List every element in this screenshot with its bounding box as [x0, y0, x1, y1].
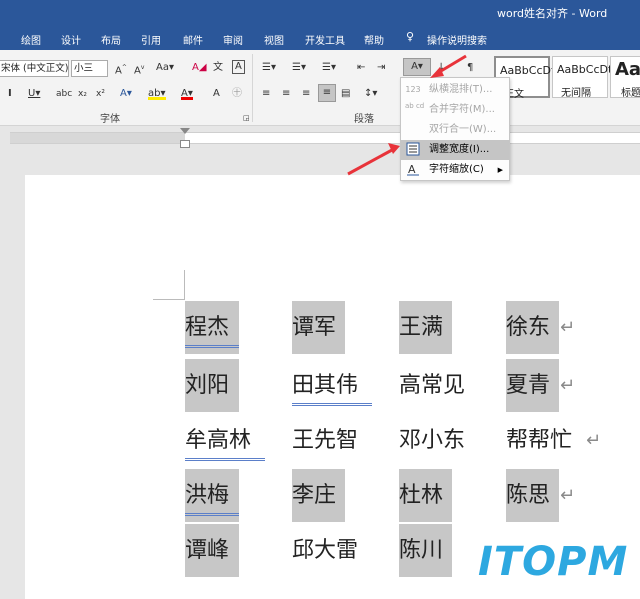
- tab-layout[interactable]: 布局: [101, 32, 121, 47]
- ruler-strip[interactable]: [10, 132, 640, 144]
- change-case-icon[interactable]: Aa▾: [156, 60, 174, 76]
- highlight-icon[interactable]: ab▾: [148, 86, 166, 100]
- spellcheck-underline: [185, 345, 239, 348]
- strikethrough-icon[interactable]: abc: [56, 86, 72, 102]
- bullets-icon[interactable]: ☰▾: [262, 60, 276, 76]
- tab-draw[interactable]: 绘图: [21, 32, 41, 47]
- underline-icon[interactable]: U▾: [28, 86, 40, 102]
- tell-me-search[interactable]: 操作说明搜索: [427, 32, 487, 47]
- align-left-icon[interactable]: ≡: [262, 86, 270, 102]
- grow-font-icon[interactable]: A^: [115, 60, 127, 76]
- annotation-arrows: [347, 54, 467, 176]
- tab-developer[interactable]: 开发工具: [305, 32, 345, 47]
- subscript-icon[interactable]: x₂: [78, 86, 87, 102]
- ribbon: 宋体 (中文正文) 小三 A^ Av Aa▾ A◢ 文 A I U▾ abc x…: [0, 50, 640, 126]
- ruler-margin: [10, 133, 185, 143]
- align-center-icon[interactable]: ≡: [282, 86, 290, 102]
- left-indent-marker[interactable]: [180, 140, 190, 148]
- spellcheck-underline: [292, 403, 372, 406]
- watermark-logo: ITOPM: [470, 537, 634, 595]
- font-name-select[interactable]: 宋体 (中文正文): [0, 60, 69, 77]
- bold-icon[interactable]: I: [8, 86, 12, 102]
- align-right-icon[interactable]: ≡: [302, 86, 310, 102]
- tab-references[interactable]: 引用: [141, 32, 161, 47]
- annotation-arrowhead-top: [430, 67, 444, 78]
- name-cell[interactable]: 帮帮忙: [506, 414, 572, 467]
- name-cell[interactable]: 邓小东: [399, 414, 465, 467]
- char-shading-icon[interactable]: A: [213, 86, 220, 102]
- lightbulb-icon: ♀: [406, 30, 415, 43]
- tab-design[interactable]: 设计: [61, 32, 81, 47]
- name-cell[interactable]: 夏青: [506, 359, 559, 412]
- char-border-icon[interactable]: A: [232, 60, 245, 74]
- name-cell[interactable]: 陈川: [399, 524, 452, 577]
- spellcheck-underline: [185, 513, 239, 516]
- window-title: word姓名对齐 - Word: [497, 7, 608, 20]
- multilevel-list-icon[interactable]: ☰▾: [322, 60, 336, 76]
- font-dialog-launcher-icon[interactable]: ◲: [243, 110, 250, 126]
- paragraph-mark: ↵: [560, 317, 576, 338]
- annotation-arrow-bottom: [347, 148, 393, 176]
- paragraph-mark: ↵: [586, 430, 602, 451]
- tab-review[interactable]: 审阅: [223, 32, 243, 47]
- name-cell[interactable]: 谭峰: [185, 524, 239, 577]
- name-cell[interactable]: 高常见: [399, 359, 465, 412]
- style-no-spacing[interactable]: AaBbCcDt 无间隔: [552, 56, 612, 99]
- name-cell[interactable]: 谭军: [292, 301, 345, 354]
- font-size-select[interactable]: 小三: [71, 60, 108, 77]
- document-page[interactable]: 程杰 谭军 王满 徐东 ↵ 刘阳 田其伟 高常见 夏青 ↵ 牟高林 王先智 邓小…: [25, 175, 640, 599]
- phonetic-guide-icon[interactable]: 文: [213, 60, 223, 76]
- first-line-indent-marker[interactable]: [180, 128, 190, 134]
- name-cell[interactable]: 王满: [399, 301, 452, 354]
- numbering-icon[interactable]: ☰▾: [292, 60, 306, 76]
- margin-crop-mark: [153, 270, 185, 300]
- watermark-text: ITOPM: [478, 539, 629, 585]
- ribbon-tabs: 绘图 设计 布局 引用 邮件 审阅 视图 开发工具 帮助 ♀ 操作说明搜索: [0, 24, 640, 50]
- justify-icon[interactable]: ≡: [318, 84, 336, 102]
- shrink-font-icon[interactable]: Av: [134, 60, 144, 76]
- horizontal-ruler: [0, 126, 640, 150]
- paragraph-mark: ↵: [560, 485, 576, 506]
- name-cell[interactable]: 陈思: [506, 469, 559, 522]
- word-window: word姓名对齐 - Word 绘图 设计 布局 引用 邮件 审阅 视图 开发工…: [0, 0, 640, 599]
- font-group-label: 字体: [100, 114, 120, 125]
- name-cell[interactable]: 王先智: [292, 414, 358, 467]
- clear-format-icon[interactable]: A◢: [192, 60, 207, 76]
- tab-view[interactable]: 视图: [264, 32, 284, 47]
- spellcheck-underline: [185, 458, 265, 461]
- font-color-icon[interactable]: A▾: [181, 86, 193, 100]
- name-cell[interactable]: 邱大雷: [292, 524, 358, 577]
- paragraph-mark: ↵: [560, 375, 576, 396]
- tab-mailings[interactable]: 邮件: [183, 32, 203, 47]
- name-cell[interactable]: 徐东: [506, 301, 559, 354]
- name-cell[interactable]: 刘阳: [185, 359, 239, 412]
- tab-help[interactable]: 帮助: [364, 32, 384, 47]
- submenu-arrow-icon: ▶: [497, 166, 503, 174]
- group-separator: [252, 54, 253, 122]
- name-cell[interactable]: 李庄: [292, 469, 345, 522]
- text-effects-icon[interactable]: A▾: [120, 86, 132, 102]
- enclose-char-icon[interactable]: ㊉: [232, 86, 242, 102]
- title-bar: word姓名对齐 - Word: [0, 0, 640, 24]
- style-heading[interactable]: Aa 标题: [610, 56, 640, 99]
- superscript-icon[interactable]: x²: [96, 86, 105, 102]
- name-cell[interactable]: 杜林: [399, 469, 452, 522]
